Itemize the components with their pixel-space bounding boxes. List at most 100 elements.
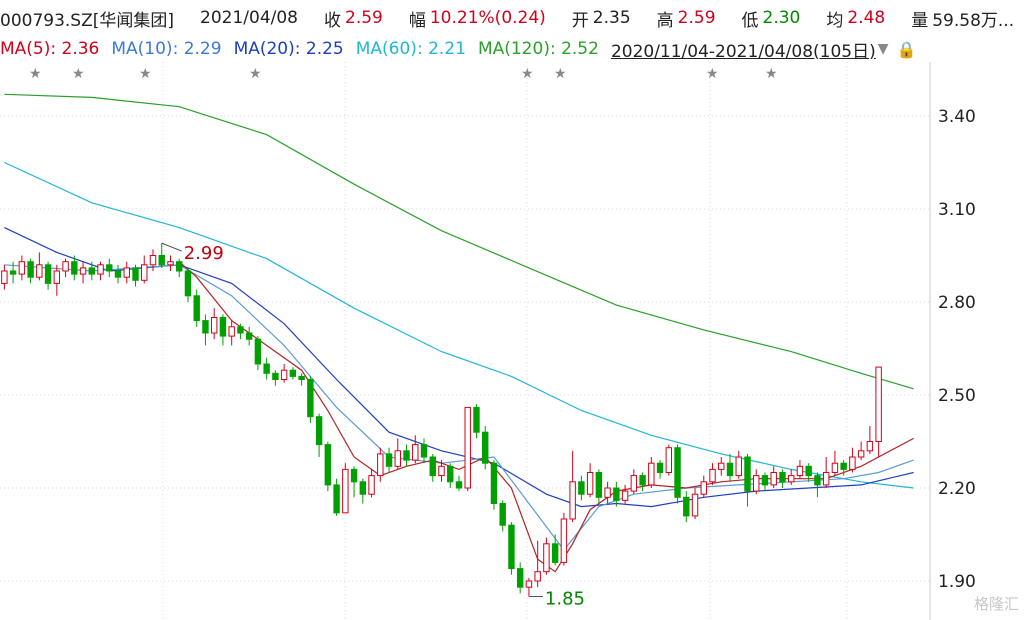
candle-body: [263, 363, 270, 374]
low-label: 低: [741, 10, 759, 31]
star-marker-icon: ★: [72, 66, 85, 82]
candle-body: [683, 496, 690, 517]
candle-body: [447, 465, 454, 483]
candle-body: [132, 267, 139, 281]
candle-body: [866, 441, 874, 452]
candle-body: [79, 267, 87, 275]
candle-body: [543, 543, 550, 573]
ma10-legend: MA(10): 2.29: [111, 39, 222, 59]
candle-body: [123, 267, 130, 278]
star-marker-icon: ★: [521, 66, 534, 82]
candle-body: [805, 465, 812, 477]
candle-body: [761, 475, 769, 486]
candle-body: [176, 261, 183, 272]
candle-body: [158, 255, 165, 266]
candle-body: [455, 481, 463, 489]
candle-body: [71, 261, 78, 275]
y-tick-label: 1.90: [938, 572, 976, 592]
candle-body: [114, 270, 122, 278]
candle-body: [210, 317, 218, 334]
candle-body: [324, 444, 332, 486]
ma5-legend: MA(5): 2.36: [0, 39, 100, 59]
candle-body: [560, 518, 568, 563]
y-tick-label: 2.80: [938, 293, 976, 313]
candle-body: [516, 568, 524, 588]
candle-body: [27, 261, 34, 278]
candle-body: [656, 462, 664, 474]
candle-body: [438, 465, 445, 477]
candle-body: [184, 270, 192, 297]
candle-body: [569, 481, 576, 520]
ma120-legend: MA(120): 2.52: [477, 39, 599, 59]
candle-body: [779, 472, 786, 483]
candle-body: [368, 475, 375, 495]
candle-body: [753, 475, 760, 492]
candle-body: [822, 472, 830, 486]
candle-body: [814, 475, 821, 486]
candle-body: [718, 462, 725, 470]
candle-body: [307, 379, 314, 418]
candle-body: [621, 490, 629, 501]
candle-body: [106, 264, 113, 272]
star-marker-icon: ★: [765, 66, 778, 82]
candle-body: [473, 406, 480, 433]
candle-body: [674, 447, 681, 498]
candle-body: [254, 338, 262, 365]
quote-date: 2021/04/08: [200, 8, 298, 28]
y-tick-label: 3.10: [938, 200, 976, 220]
star-marker-icon: ★: [139, 66, 152, 82]
ma-legend: MA(5): 2.36 MA(10): 2.29 MA(20): 2.25 MA…: [0, 36, 1025, 62]
ma5-line: [178, 261, 914, 573]
ma10-line: [4, 264, 914, 551]
change-value: 10.21%(0.24): [429, 8, 546, 28]
candle-body: [219, 317, 227, 337]
candle-body: [700, 481, 707, 495]
dropdown-triangle-icon[interactable]: ▼: [878, 41, 889, 57]
candle-body: [289, 369, 297, 377]
candle-body: [551, 543, 559, 563]
candle-body: [412, 444, 419, 461]
candle-body: [193, 295, 200, 322]
date-range-selector[interactable]: 2020/11/04-2021/04/08(105日): [611, 37, 876, 62]
ticker[interactable]: 000793.SZ[华闻集团]: [0, 6, 174, 31]
close-label: 收: [324, 10, 341, 31]
candle-body: [586, 472, 594, 495]
candle-body: [595, 472, 603, 498]
candle-body: [298, 375, 305, 380]
candle-body: [840, 462, 847, 470]
min-price-label: 1.85: [545, 589, 585, 610]
ma60-legend: MA(60): 2.21: [355, 39, 466, 59]
candle-body: [385, 453, 393, 467]
candle-body: [88, 267, 96, 275]
candle-body: [1, 270, 8, 284]
candle-body: [499, 503, 506, 526]
candle-body: [613, 487, 620, 501]
candle-body: [315, 416, 323, 446]
candle-body: [149, 255, 157, 266]
candle-body: [350, 468, 358, 483]
candle-body: [508, 524, 515, 570]
lock-icon[interactable]: 🔒: [897, 40, 917, 59]
avg-label: 均: [826, 10, 844, 31]
low-value: 2.30: [762, 8, 801, 28]
candle-body: [578, 481, 585, 495]
close-value: 2.59: [345, 8, 383, 28]
candle-body: [333, 484, 340, 514]
candle-body: [648, 462, 655, 486]
star-marker-icon: ★: [706, 66, 719, 82]
candle-body: [18, 261, 26, 275]
candle-body: [377, 453, 384, 477]
candle-body: [735, 456, 742, 477]
change-label: 幅: [408, 10, 426, 31]
candle-body: [420, 444, 428, 458]
candle-body: [796, 465, 804, 477]
high-label: 高: [656, 10, 674, 31]
ma60-line: [4, 161, 914, 489]
y-tick-label: 2.50: [938, 386, 976, 406]
star-marker-icon: ★: [249, 66, 262, 82]
quote-header: 000793.SZ[华闻集团] 2021/04/08 收 2.59 幅 10.2…: [0, 0, 1025, 36]
volume-value: 59.58万...: [932, 10, 1015, 31]
candle-body: [237, 326, 244, 334]
candle-body: [202, 320, 209, 334]
open-label: 开: [571, 10, 589, 31]
